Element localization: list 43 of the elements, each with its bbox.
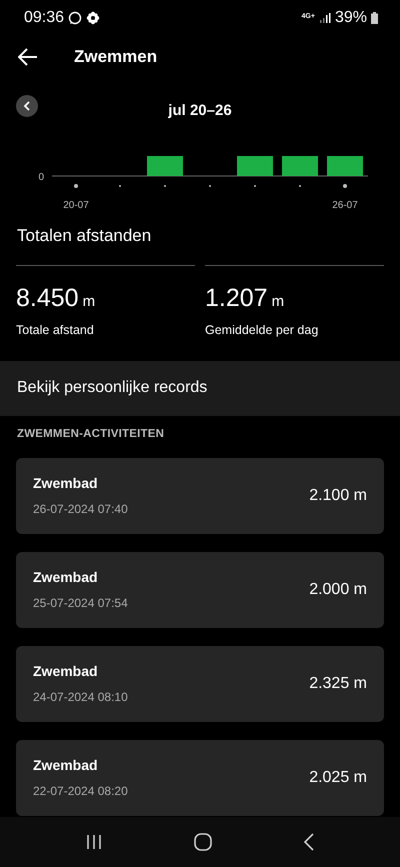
activity-name: Zwembad <box>33 662 99 682</box>
activity-distance: 2.025 m <box>309 768 367 788</box>
section-title: Totalen afstanden <box>16 225 152 247</box>
flower-icon <box>86 10 100 24</box>
stat-value: 8.450 <box>16 282 79 314</box>
previous-button[interactable] <box>16 95 38 117</box>
signal-icon <box>318 12 331 24</box>
stat-value: 1.207 <box>205 282 268 314</box>
recent-apps-icon[interactable] <box>85 834 104 850</box>
battery-icon <box>371 12 378 24</box>
activity-name: Zwembad <box>33 474 99 494</box>
back-nav-icon[interactable] <box>302 833 315 851</box>
activity-datetime: 24-07-2024 08:10 <box>33 689 128 706</box>
activity-datetime: 26-07-2024 07:40 <box>33 501 128 518</box>
activity-card[interactable]: Zwembad 24-07-2024 08:10 2.325 m <box>16 646 384 722</box>
day-dot <box>343 184 347 188</box>
page-title: Zwemmen <box>74 46 158 68</box>
stat-label: Gemiddelde per dag <box>205 322 320 339</box>
activity-datetime: 25-07-2024 07:54 <box>33 595 128 612</box>
activity-distance: 2.325 m <box>309 674 367 694</box>
activity-card[interactable]: Zwembad 25-07-2024 07:54 2.000 m <box>16 552 384 628</box>
activity-name: Zwembad <box>33 568 99 588</box>
axis-date-label: 20-07 <box>63 200 89 209</box>
activity-card[interactable]: Zwembad 26-07-2024 07:40 2.100 m <box>16 458 384 534</box>
section-header: ZWEMMEN-ACTIVITEITEN <box>16 426 166 442</box>
battery-level: 39% <box>334 8 367 28</box>
chevron-left-icon <box>23 101 31 111</box>
records-link[interactable]: Bekijk persoonlijke records <box>0 360 400 416</box>
activity-distance: 2.100 m <box>309 486 367 506</box>
activity-name: Zwembad <box>33 756 99 776</box>
unit-label: m <box>82 292 96 312</box>
activity-distance: 2.000 m <box>309 580 367 600</box>
back-icon[interactable] <box>18 48 38 66</box>
date-range: jul 20–26 <box>168 102 232 119</box>
home-icon[interactable] <box>194 833 212 851</box>
axis-date-label: 26-07 <box>332 200 358 209</box>
activity-datetime: 22-07-2024 08:20 <box>33 783 128 800</box>
clock: 09:36 <box>24 8 64 28</box>
stat-label: Totale afstand <box>16 322 95 339</box>
chat-icon <box>68 10 82 24</box>
unit-label: m <box>272 292 284 312</box>
axis-tick-label: 0 <box>38 172 44 183</box>
activity-card[interactable]: Zwembad 22-07-2024 08:20 2.025 m <box>16 740 384 816</box>
